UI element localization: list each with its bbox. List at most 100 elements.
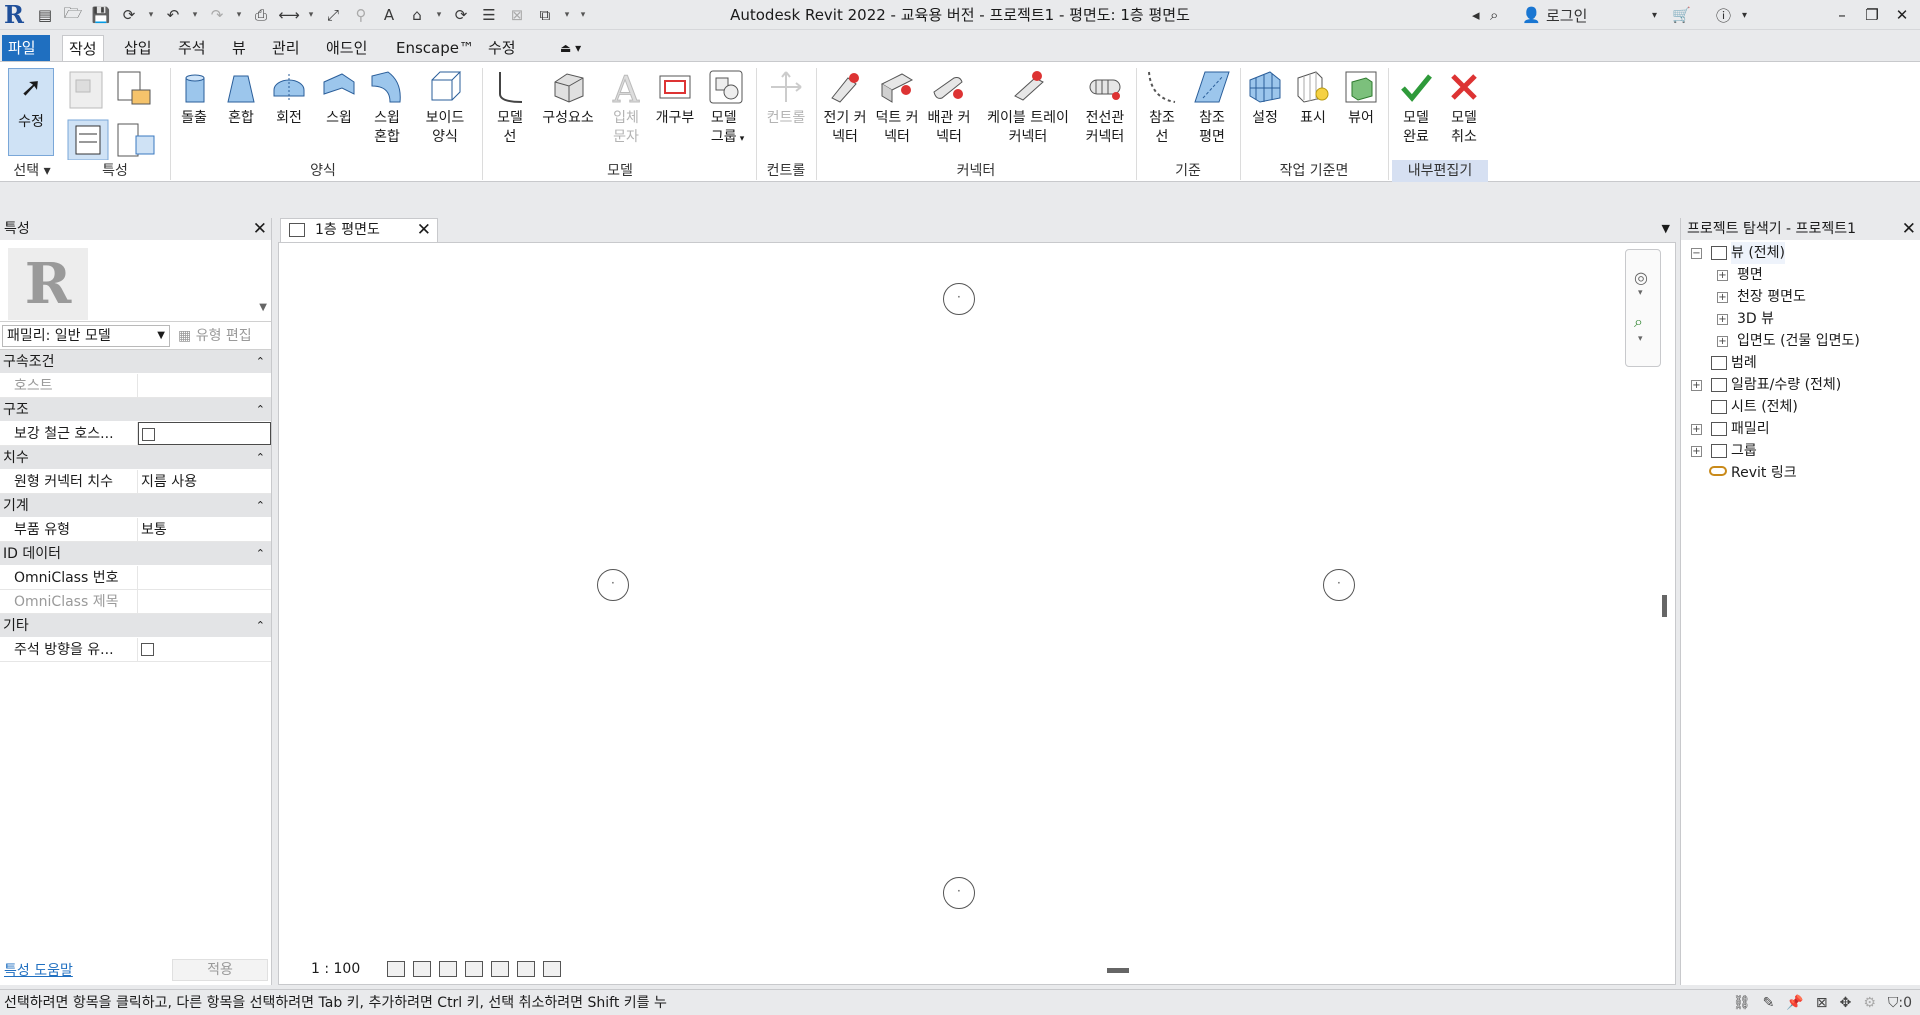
pipe-connector-button[interactable]: 배관 커넥터 (926, 68, 972, 147)
chevron-down-icon[interactable]: ▼ (1662, 222, 1670, 235)
property-value[interactable] (138, 638, 271, 661)
redo-icon[interactable]: ↷ (206, 4, 228, 26)
close-icon[interactable]: ✕ (253, 218, 267, 240)
crop-view-icon[interactable] (517, 961, 535, 977)
chevron-down-icon[interactable]: ▾ (562, 4, 572, 26)
temporary-hide-icon[interactable] (491, 961, 509, 977)
select-underlay-icon[interactable]: ✎ (1763, 990, 1775, 1015)
duct-connector-button[interactable]: 덕트 커넥터 (874, 68, 920, 147)
shadows-icon[interactable] (465, 961, 483, 977)
browser-node-legends[interactable]: 범례 (1731, 352, 1757, 374)
property-group-header[interactable]: 기타 ⌃ (0, 614, 271, 638)
minimize-button[interactable]: – (1826, 3, 1858, 27)
chevron-down-icon[interactable]: ▾ (190, 4, 200, 26)
save-icon[interactable]: 💾 (90, 4, 112, 26)
measure-icon[interactable]: ⟷ (278, 4, 300, 26)
chevron-down-icon[interactable]: ▾ (1652, 4, 1657, 26)
extrusion-button[interactable]: 돌출 (176, 68, 212, 128)
aligned-dimension-icon[interactable]: ⤢ (322, 4, 344, 26)
property-group-header[interactable]: 기계 ⌃ (0, 494, 271, 518)
expand-toggle[interactable]: + (1717, 270, 1728, 281)
reference-line-button[interactable]: 참조 선 (1142, 68, 1182, 147)
chevron-down-icon[interactable]: ▾ (146, 4, 156, 26)
set-workplane-button[interactable]: 설정 (1246, 68, 1284, 128)
property-group-header[interactable]: 구조 ⌃ (0, 398, 271, 422)
model-text-button[interactable]: A 입체 문자 (606, 68, 646, 147)
steering-wheel-icon[interactable]: ◎ (1634, 268, 1648, 287)
property-value[interactable] (138, 374, 271, 397)
tab-view[interactable]: 뷰 (226, 35, 252, 61)
ribbon-minimize-icon[interactable]: ⏏ ▾ (554, 35, 587, 61)
family-category-icon[interactable] (117, 71, 151, 105)
text-icon[interactable]: A (378, 4, 400, 26)
modify-button[interactable]: ➚ 수정 (8, 68, 54, 156)
elevation-marker-west[interactable] (597, 569, 629, 601)
tab-modify[interactable]: 수정 (482, 35, 522, 61)
property-value[interactable]: 지름 사용 (138, 470, 271, 493)
expand-toggle[interactable]: + (1691, 380, 1702, 391)
chevron-down-icon[interactable]: ▾ (306, 4, 316, 26)
elevation-marker-east[interactable] (1323, 569, 1355, 601)
edit-type-button[interactable]: ▦ 유형 편집 (174, 325, 270, 347)
sun-path-icon[interactable] (439, 961, 457, 977)
browser-node-revit-links[interactable]: Revit 링크 (1731, 462, 1797, 484)
visual-style-icon[interactable] (413, 961, 431, 977)
select-by-face-icon[interactable]: ⊠ (1816, 990, 1828, 1015)
select-panel-label[interactable]: 선택 ▾ (6, 160, 58, 182)
binoculars-icon[interactable]: ⌕ (1490, 4, 1498, 26)
browser-node-groups[interactable]: 그룹 (1731, 440, 1757, 462)
tag-icon[interactable]: ⚲ (350, 4, 372, 26)
undo-icon[interactable]: ↶ (162, 4, 184, 26)
reference-plane-button[interactable]: 참조 평면 (1190, 68, 1234, 147)
restore-button[interactable]: ❐ (1856, 3, 1888, 27)
home-icon[interactable]: ▤ (34, 4, 56, 26)
properties-icon[interactable] (67, 119, 109, 160)
property-group-header[interactable]: 치수 ⌃ (0, 446, 271, 470)
type-selector[interactable]: R ▼ (0, 240, 271, 322)
family-types-icon[interactable] (69, 71, 103, 109)
browser-node-families[interactable]: 패밀리 (1731, 418, 1770, 440)
switch-windows-icon[interactable]: ⧉ (534, 4, 556, 26)
reveal-hidden-icon[interactable] (543, 961, 561, 977)
expand-toggle[interactable]: + (1691, 424, 1702, 435)
swept-blend-button[interactable]: 스윕 혼합 (366, 68, 408, 147)
tab-file[interactable]: 파일 (2, 35, 50, 61)
expand-toggle[interactable]: + (1691, 446, 1702, 457)
properties-help-link[interactable]: 특성 도움말 (4, 960, 73, 980)
tab-enscape[interactable]: Enscape™ (390, 35, 480, 61)
chevron-down-icon[interactable]: ▾ (1638, 288, 1643, 298)
apply-button[interactable]: 적용 (172, 959, 268, 981)
drawing-canvas[interactable]: ◎ ▾ ⌕ ▾ 1 : 100 (278, 242, 1676, 985)
select-links-icon[interactable]: ⛓ (1733, 990, 1751, 1015)
component-button[interactable]: 구성요소 (536, 68, 600, 128)
revit-logo-icon[interactable]: R (4, 2, 28, 28)
print-icon[interactable]: ⎙ (250, 4, 272, 26)
chevron-down-icon[interactable]: ▾ (434, 4, 444, 26)
view-scale[interactable]: 1 : 100 (311, 961, 360, 977)
expand-toggle[interactable]: + (1717, 314, 1728, 325)
customize-qat-icon[interactable]: ▾ (578, 4, 588, 26)
close-hidden-icon[interactable]: ⊠ (506, 4, 528, 26)
browser-node-floor-plans[interactable]: 평면 (1737, 264, 1763, 286)
browser-node-sheets[interactable]: 시트 (전체) (1731, 396, 1798, 418)
property-group-header[interactable]: 구속조건 ⌃ (0, 350, 271, 374)
tab-insert[interactable]: 삽입 (118, 35, 158, 61)
electrical-connector-button[interactable]: 전기 커넥터 (822, 68, 868, 147)
cart-icon[interactable]: 🛒 (1672, 4, 1691, 26)
cable-tray-connector-button[interactable]: 케이블 트레이 커넥터 (980, 68, 1076, 147)
tab-scroll-icon[interactable]: ◂ (1472, 4, 1480, 26)
conduit-connector-button[interactable]: 전선관 커넥터 (1080, 68, 1130, 147)
zoom-icon[interactable]: ⌕ (1634, 312, 1643, 332)
property-value[interactable]: 보통 (138, 518, 271, 541)
checkbox[interactable] (141, 643, 154, 656)
opening-button[interactable]: 개구부 (652, 68, 698, 128)
chevron-down-icon[interactable]: ▼ (259, 302, 267, 313)
3d-view-icon[interactable]: ⌂ (406, 4, 428, 26)
user-icon[interactable]: 👤 (1522, 4, 1541, 26)
browser-node-schedules[interactable]: 일람표/수량 (전체) (1731, 374, 1841, 396)
tab-annotate[interactable]: 주석 (172, 35, 212, 61)
property-value[interactable] (138, 566, 271, 589)
expand-toggle[interactable]: + (1717, 292, 1728, 303)
detail-level-icon[interactable] (387, 961, 405, 977)
filter-icon[interactable]: ⛉:0 (1888, 990, 1912, 1015)
